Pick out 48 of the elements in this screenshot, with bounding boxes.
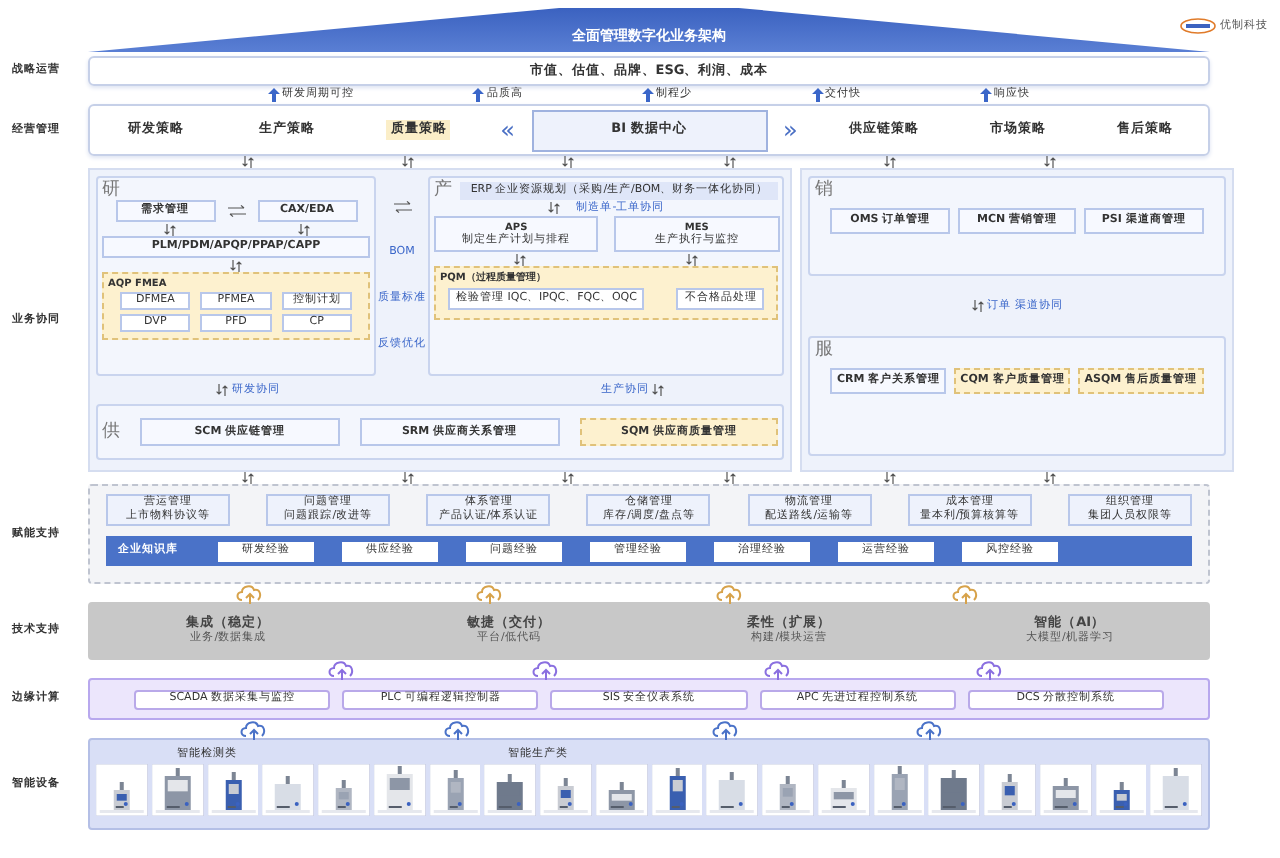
- cloud-upload-icon: [976, 660, 1004, 680]
- updown-arrow-icon: [548, 202, 561, 214]
- updown-arrow-icon: [883, 156, 896, 168]
- updown-arrow-icon: [163, 223, 175, 235]
- updown-arrow-icon: [723, 472, 736, 484]
- updown-arrow-icon: [242, 472, 255, 484]
- swap-arrow-icon: [393, 200, 411, 215]
- up-arrow-icon: [641, 88, 654, 102]
- double-chevron-icon[interactable]: «: [484, 115, 531, 145]
- updown-arrow-icon: [971, 300, 984, 312]
- up-arrow-icon: [267, 88, 280, 102]
- cloud-upload-icon: [532, 660, 560, 680]
- logo-icon: [1180, 18, 1216, 34]
- updown-arrow-icon: [652, 384, 665, 396]
- cloud-upload-icon: [712, 720, 740, 740]
- updown-arrow-icon: [1043, 156, 1056, 168]
- cloud-upload-icon: [236, 584, 264, 604]
- department-title: 服: [814, 342, 835, 360]
- updown-arrow-icon: [883, 472, 896, 484]
- updown-arrow-icon: [1043, 472, 1056, 484]
- up-arrow-icon: [472, 88, 485, 102]
- cloud-upload-icon: [716, 584, 744, 604]
- cloud-upload-icon: [916, 720, 944, 740]
- cloud-upload-icon: [240, 720, 268, 740]
- up-arrow-icon: [811, 88, 824, 102]
- updown-arrow-icon: [402, 156, 415, 168]
- updown-arrow-icon: [562, 472, 575, 484]
- cloud-upload-icon: [328, 660, 356, 680]
- updown-arrow-icon: [402, 472, 415, 484]
- department-title: 产: [434, 182, 452, 200]
- updown-arrow-icon: [562, 156, 575, 168]
- updown-arrow-icon: [230, 259, 242, 271]
- updown-arrow-icon: [216, 384, 228, 396]
- department-title: 供: [102, 423, 120, 441]
- cloud-upload-icon: [476, 584, 504, 604]
- department-title: 销: [814, 182, 835, 200]
- cloud-upload-icon: [952, 584, 980, 604]
- department-title: 研: [102, 182, 122, 200]
- swap-arrow-icon: [227, 204, 245, 218]
- updown-arrow-icon: [242, 156, 255, 168]
- double-chevron-icon[interactable]: »: [767, 115, 814, 145]
- cloud-upload-icon: [444, 720, 472, 740]
- updown-arrow-icon: [686, 253, 699, 265]
- updown-arrow-icon: [514, 253, 527, 265]
- updown-arrow-icon: [723, 156, 736, 168]
- updown-arrow-icon: [297, 223, 309, 235]
- cloud-upload-icon: [764, 660, 792, 680]
- up-arrow-icon: [980, 88, 993, 102]
